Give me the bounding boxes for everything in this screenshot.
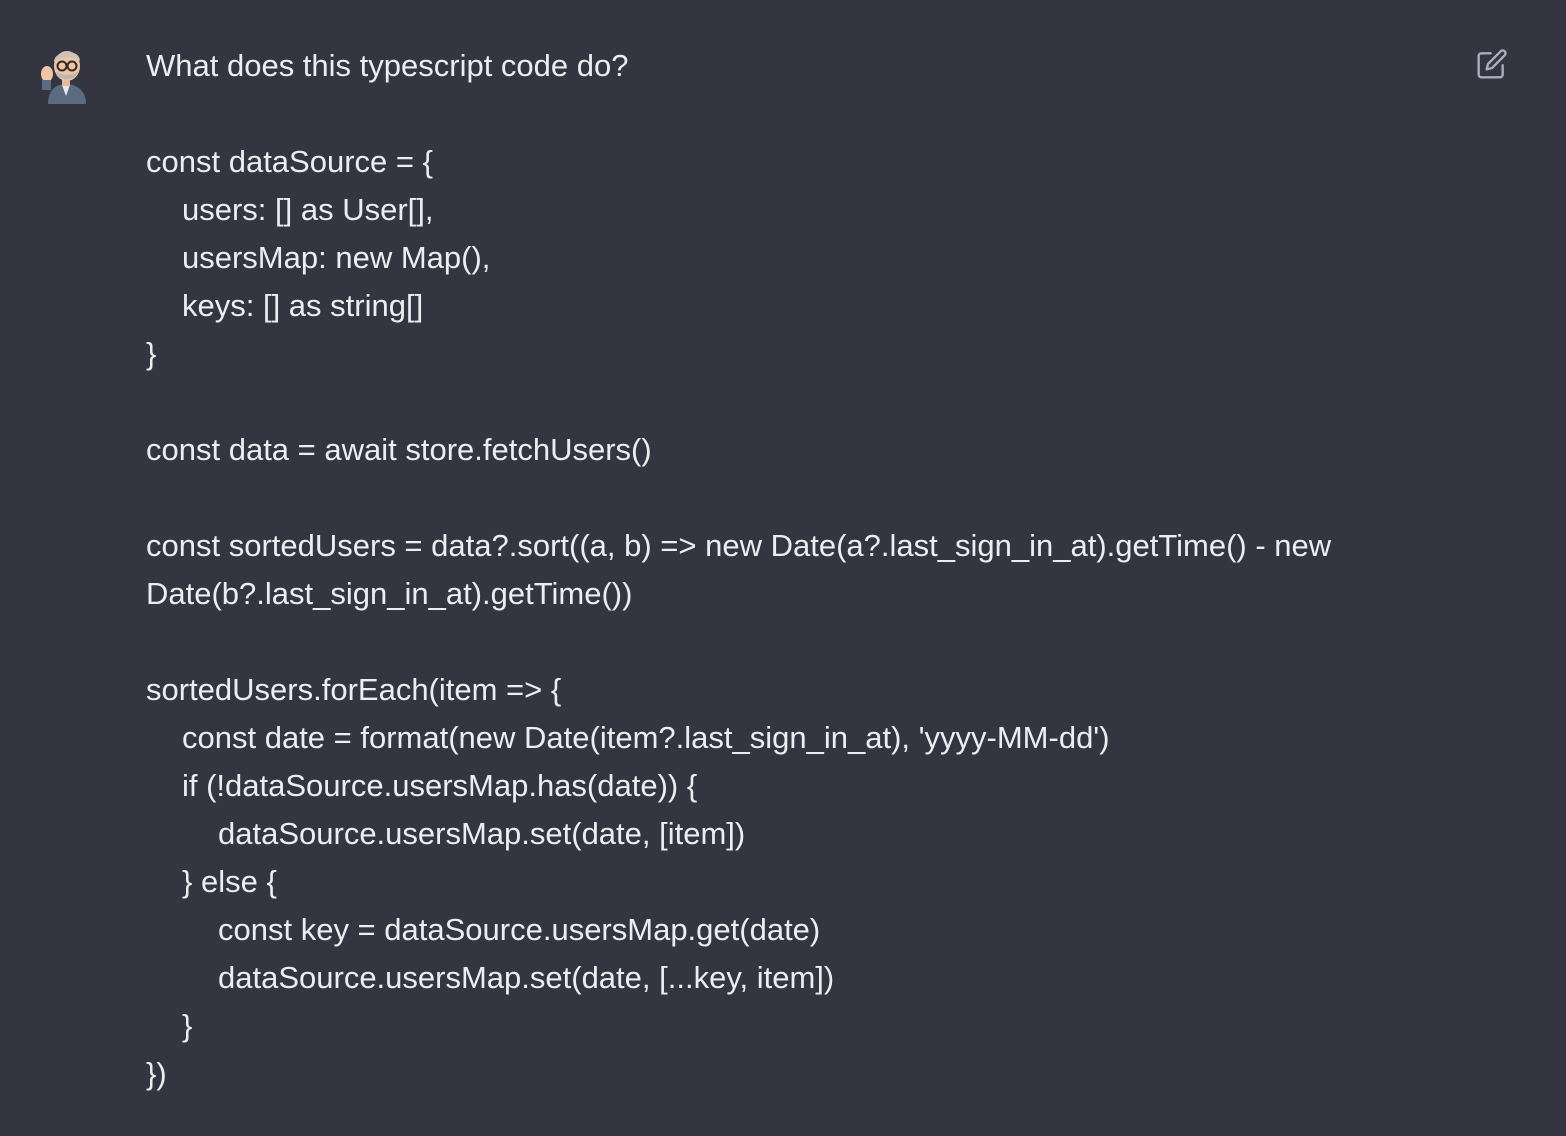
code-line: }) <box>146 1056 167 1091</box>
edit-icon <box>1476 48 1508 85</box>
code-line: keys: [] as string[] <box>182 288 424 323</box>
code-line: const key = dataSource.usersMap.get(date… <box>218 912 821 947</box>
message-content: What does this typescript code do? const… <box>146 42 1436 1098</box>
code-line: usersMap: new Map(), <box>182 240 491 275</box>
question-text: What does this typescript code do? <box>146 48 629 83</box>
code-line: dataSource.usersMap.set(date, [item]) <box>218 816 746 851</box>
chat-message: What does this typescript code do? const… <box>0 0 1566 1136</box>
code-line: } <box>182 1008 193 1043</box>
code-line: const date = format(new Date(item?.last_… <box>182 720 1110 755</box>
code-line: const sortedUsers = data?.sort((a, b) =>… <box>146 528 1340 611</box>
code-line: if (!dataSource.usersMap.has(date)) { <box>182 768 698 803</box>
code-line: const data = await store.fetchUsers() <box>146 432 652 467</box>
code-line: const dataSource = { <box>146 144 433 179</box>
code-line: } <box>146 336 157 371</box>
code-line: } else { <box>182 864 277 899</box>
user-avatar-icon <box>38 44 94 104</box>
code-line: dataSource.usersMap.set(date, [...key, i… <box>218 960 835 995</box>
code-line: sortedUsers.forEach(item => { <box>146 672 562 707</box>
code-line: users: [] as User[], <box>182 192 434 227</box>
edit-message-button[interactable] <box>1474 48 1510 84</box>
